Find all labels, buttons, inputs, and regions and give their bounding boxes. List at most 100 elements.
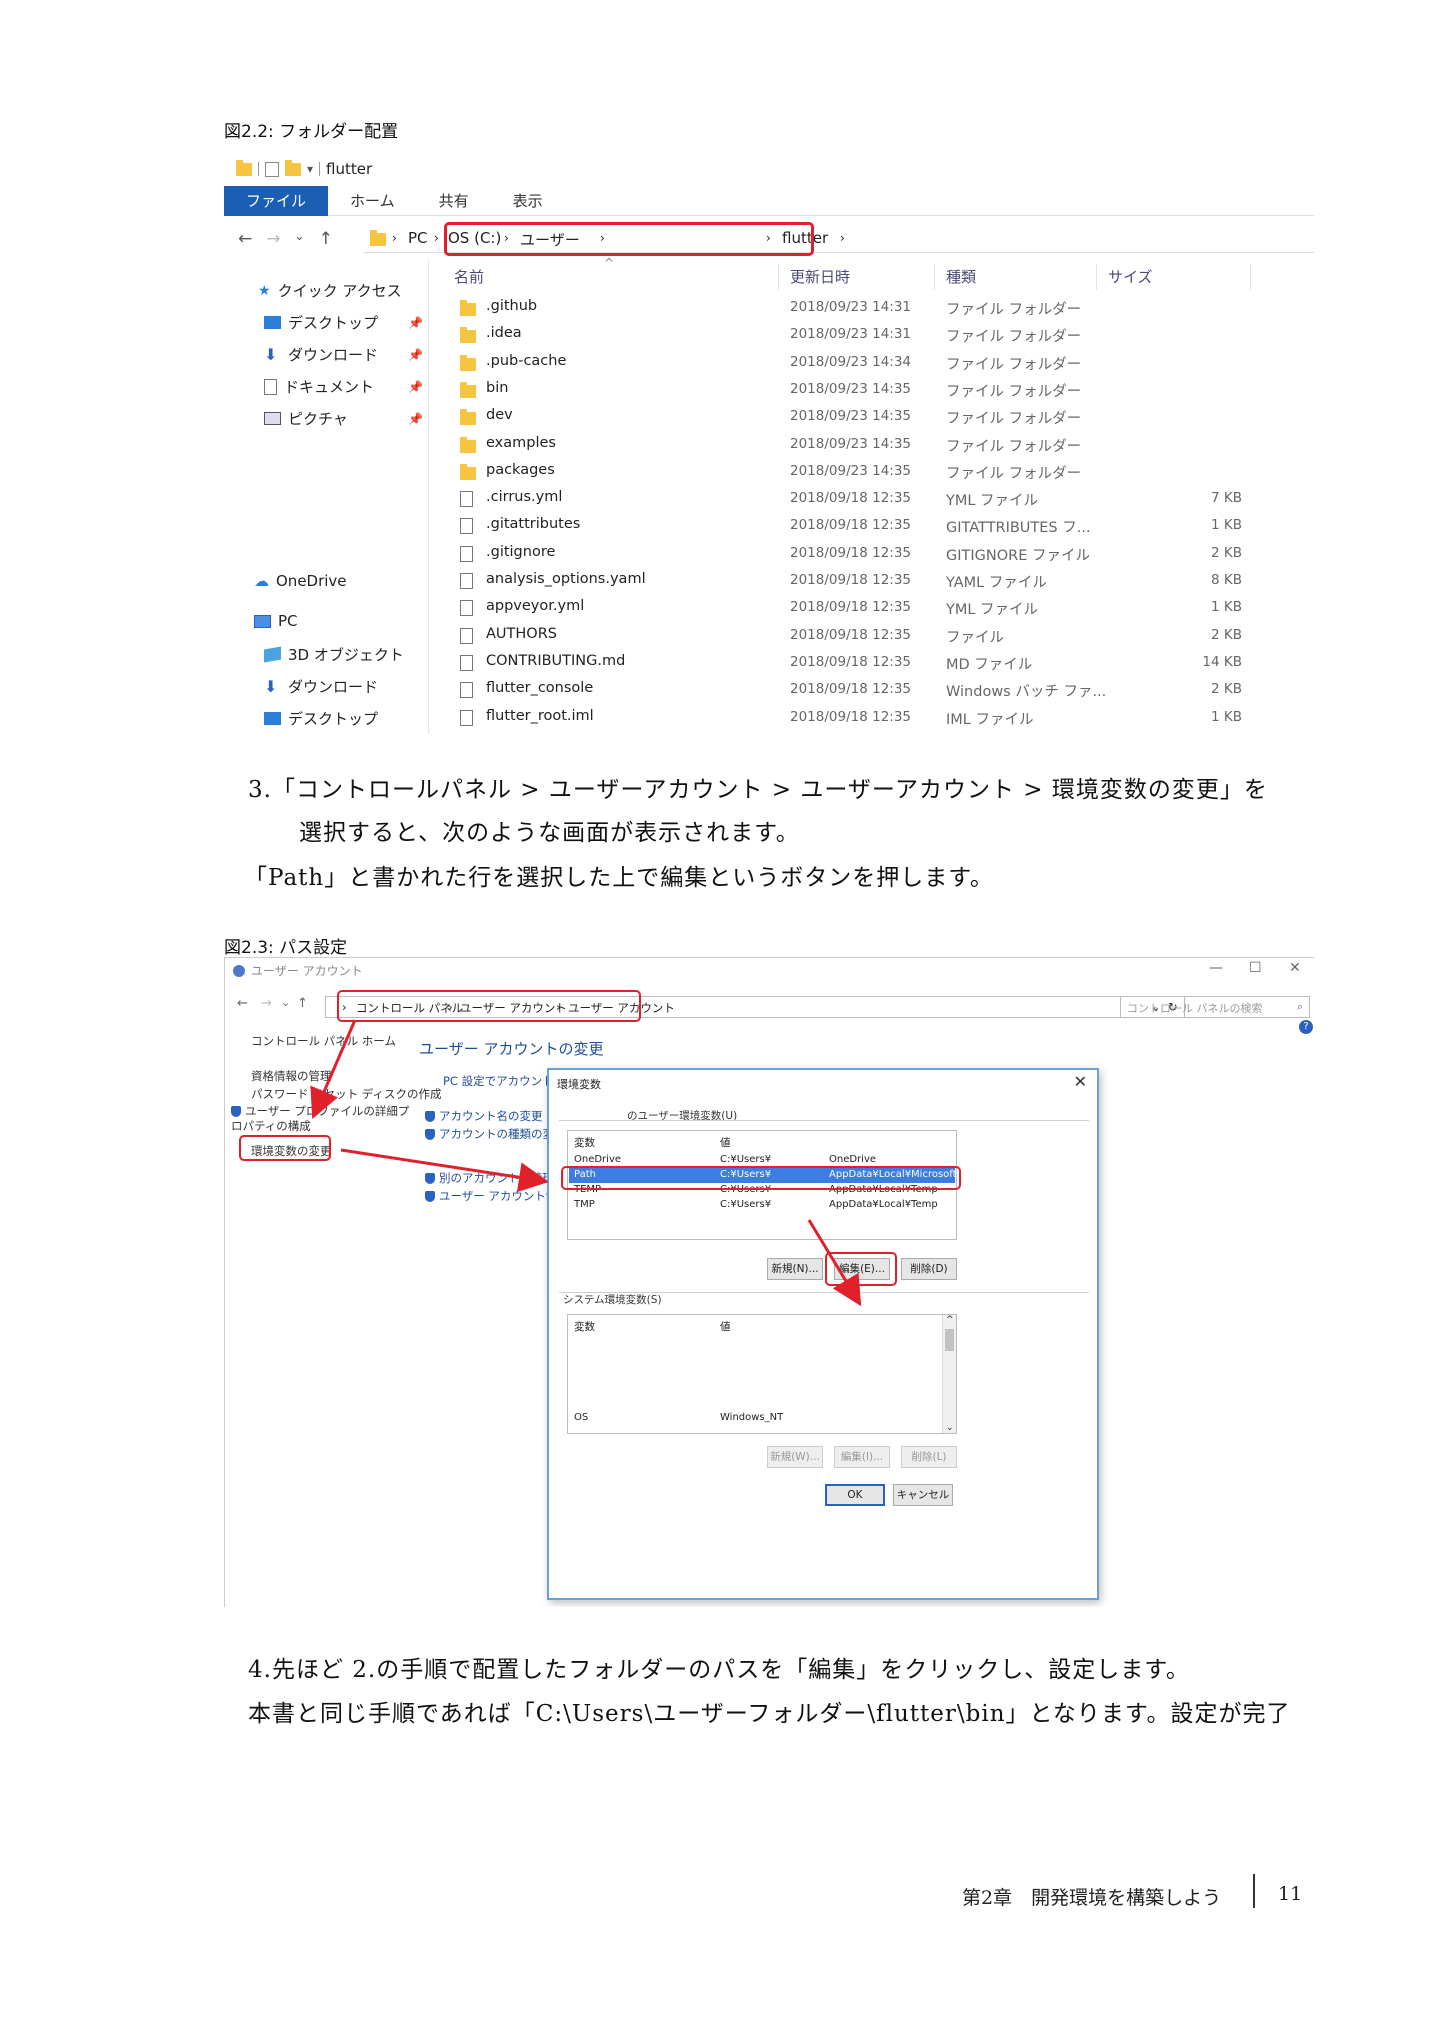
column-separator[interactable] (778, 264, 779, 290)
nav-pc-downloads-label: ダウンロード (288, 678, 379, 696)
nav-pc-desktop[interactable]: デスクトップ (264, 708, 378, 729)
file-row[interactable]: appveyor.yml 2018/09/18 12:35 YML ファイル 1 KB (446, 594, 1314, 621)
file-row[interactable]: flutter_console 2018/09/18 12:35 Windows バ… (446, 676, 1314, 703)
step4-line2: 本書と同じ手順であれば「C:\Users\ユーザーフォルダー\flutter\b… (248, 1701, 1291, 1727)
column-separator[interactable] (1250, 264, 1251, 290)
file-date: 2018/09/23 14:35 (790, 462, 912, 479)
ok-button[interactable]: OK (825, 1484, 885, 1506)
new-folder-icon[interactable] (285, 159, 301, 176)
file-row[interactable]: .gitattributes 2018/09/18 12:35 GITATTRIBU… (446, 512, 1314, 539)
link-change-type[interactable]: アカウントの種類の変更 (425, 1126, 566, 1142)
shield-icon (425, 1129, 435, 1140)
tab-view[interactable]: 表示 (491, 186, 565, 216)
shield-icon (425, 1191, 435, 1202)
file-row[interactable]: .cirrus.yml 2018/09/18 12:35 YML ファイル 7 KB (446, 485, 1314, 512)
maximize-icon[interactable]: ☐ (1249, 960, 1262, 976)
tab-share[interactable]: 共有 (417, 186, 491, 216)
nav-onedrive[interactable]: ☁ OneDrive (254, 572, 347, 590)
link-cp-home[interactable]: コントロール パネル ホーム (251, 1033, 396, 1049)
file-type: GITIGNORE ファイル (946, 547, 1090, 564)
user-delete-button[interactable]: 削除(D) (901, 1258, 957, 1280)
file-row[interactable]: bin 2018/09/23 14:35 ファイル フォルダー (446, 376, 1314, 403)
system-vars-table[interactable]: 変数 値 OS Windows_NT ^ ⌄ (567, 1314, 957, 1434)
customize-dropdown-icon[interactable]: ▾ (307, 162, 313, 176)
file-type: MD ファイル (946, 656, 1033, 673)
file-type: IML ファイル (946, 711, 1034, 728)
file-name: packages (486, 461, 555, 478)
table-row[interactable]: OS Windows_NT (569, 1411, 941, 1426)
tab-file[interactable]: ファイル (224, 185, 329, 216)
folder-icon (460, 463, 476, 480)
file-date: 2018/09/23 14:31 (790, 299, 912, 315)
system-vars-group-label: システム環境変数(S) (563, 1294, 662, 1306)
nav-desktop[interactable]: デスクトップ (264, 312, 378, 333)
close-icon[interactable]: ✕ (1289, 960, 1301, 976)
recent-dropdown-icon[interactable]: ⌄ (281, 996, 290, 1009)
file-size: 14 KB (1202, 653, 1242, 670)
file-row[interactable]: .gitignore 2018/09/18 12:35 GITIGNORE ファイル… (446, 540, 1314, 567)
column-header-date[interactable]: 更新日時 (790, 260, 850, 294)
forward-arrow-icon[interactable]: → (266, 229, 280, 249)
up-arrow-icon[interactable]: ↑ (297, 996, 308, 1011)
file-row[interactable]: .idea 2018/09/23 14:31 ファイル フォルダー (446, 321, 1314, 348)
breadcrumb-pc[interactable]: PC (408, 229, 428, 247)
file-name: .idea (486, 325, 522, 342)
nav-pc[interactable]: PC (254, 612, 298, 630)
column-separator[interactable] (1096, 264, 1097, 290)
nav-3d-objects[interactable]: 3D オブジェクト (264, 644, 404, 665)
file-row[interactable]: flutter_root.iml 2018/09/18 12:35 IML ファイル… (446, 704, 1314, 731)
properties-icon[interactable] (265, 161, 279, 177)
column-separator[interactable] (934, 264, 935, 290)
toolbar-separator (258, 162, 259, 176)
link-change-name-label: アカウント名の変更 (439, 1109, 543, 1123)
toolbar-separator (319, 162, 321, 176)
up-arrow-icon[interactable]: ↑ (319, 229, 333, 249)
system-edit-button[interactable]: 編集(I)... (834, 1446, 890, 1468)
env-variables-dialog: 環境変数 ✕ のユーザー環境変数(U) 変数 値 OneDrive C:¥User… (547, 1068, 1099, 1600)
file-row[interactable]: CONTRIBUTING.md 2018/09/18 12:35 MD ファイル 14… (446, 649, 1314, 676)
scroll-down-icon[interactable]: ⌄ (946, 1423, 954, 1433)
nav-pc-downloads[interactable]: ⬇ ダウンロード (264, 676, 378, 697)
column-header-type[interactable]: 種類 (946, 260, 976, 294)
file-row[interactable]: AUTHORS 2018/09/18 12:35 ファイル 2 KB (446, 622, 1314, 649)
nav-pictures[interactable]: ピクチャ (264, 408, 348, 429)
file-row[interactable]: .github 2018/09/23 14:31 ファイル フォルダー (446, 294, 1314, 321)
picture-icon (264, 412, 281, 425)
nav-documents[interactable]: ドキュメント (264, 376, 374, 397)
scroll-up-icon[interactable]: ^ (946, 1315, 954, 1325)
column-header-name[interactable]: 名前 (454, 260, 484, 294)
cancel-button[interactable]: キャンセル (893, 1484, 953, 1506)
file-row[interactable]: dev 2018/09/23 14:35 ファイル フォルダー (446, 403, 1314, 430)
shield-icon (425, 1173, 435, 1184)
user-new-button[interactable]: 新規(N)... (767, 1258, 823, 1280)
recent-dropdown-icon[interactable]: ⌄ (295, 229, 305, 249)
system-new-button[interactable]: 新規(W)... (767, 1446, 823, 1468)
highlight-box-edit-button (825, 1252, 897, 1286)
link-profile-properties[interactable]: ユーザー プロファイルの詳細プロパティの構成 (231, 1104, 411, 1134)
minimize-icon[interactable]: — (1209, 960, 1223, 976)
vertical-scrollbar[interactable]: ^ ⌄ (942, 1315, 956, 1433)
file-row[interactable]: examples 2018/09/23 14:35 ファイル フォルダー (446, 431, 1314, 458)
tab-home[interactable]: ホーム (328, 186, 417, 216)
file-row[interactable]: packages 2018/09/23 14:35 ファイル フォルダー (446, 458, 1314, 485)
scrollbar-thumb[interactable] (945, 1329, 954, 1351)
close-icon[interactable]: ✕ (1074, 1072, 1087, 1091)
link-password-reset-disk[interactable]: パスワード リセット ディスクの作成 (251, 1086, 442, 1102)
link-change-name[interactable]: アカウント名の変更 (425, 1108, 543, 1124)
help-icon[interactable]: ? (1299, 1020, 1313, 1034)
link-manage-other[interactable]: 別のアカウントの管理 (425, 1170, 554, 1186)
column-header-size[interactable]: サイズ (1108, 260, 1153, 294)
file-type: YAML ファイル (946, 575, 1047, 591)
cp-search-input[interactable]: コントロール パネルの検索 ⌕ (1120, 996, 1310, 1018)
folder-icon (460, 409, 476, 426)
back-arrow-icon[interactable]: ← (237, 996, 248, 1011)
back-arrow-icon[interactable]: ← (238, 229, 252, 249)
forward-arrow-icon[interactable]: → (261, 996, 272, 1011)
link-manage-credentials[interactable]: 資格情報の管理 (251, 1068, 332, 1084)
file-row[interactable]: analysis_options.yaml 2018/09/18 12:35 YAM… (446, 567, 1314, 594)
system-delete-button[interactable]: 削除(L) (901, 1446, 957, 1468)
nav-downloads[interactable]: ⬇ ダウンロード (264, 344, 378, 365)
file-row[interactable]: .pub-cache 2018/09/23 14:34 ファイル フォルダー (446, 349, 1314, 376)
table-row[interactable]: TMP C:¥Users¥ AppData¥Local¥Temp (569, 1198, 955, 1213)
nav-quick-access[interactable]: ★ クイック アクセス (258, 280, 402, 301)
